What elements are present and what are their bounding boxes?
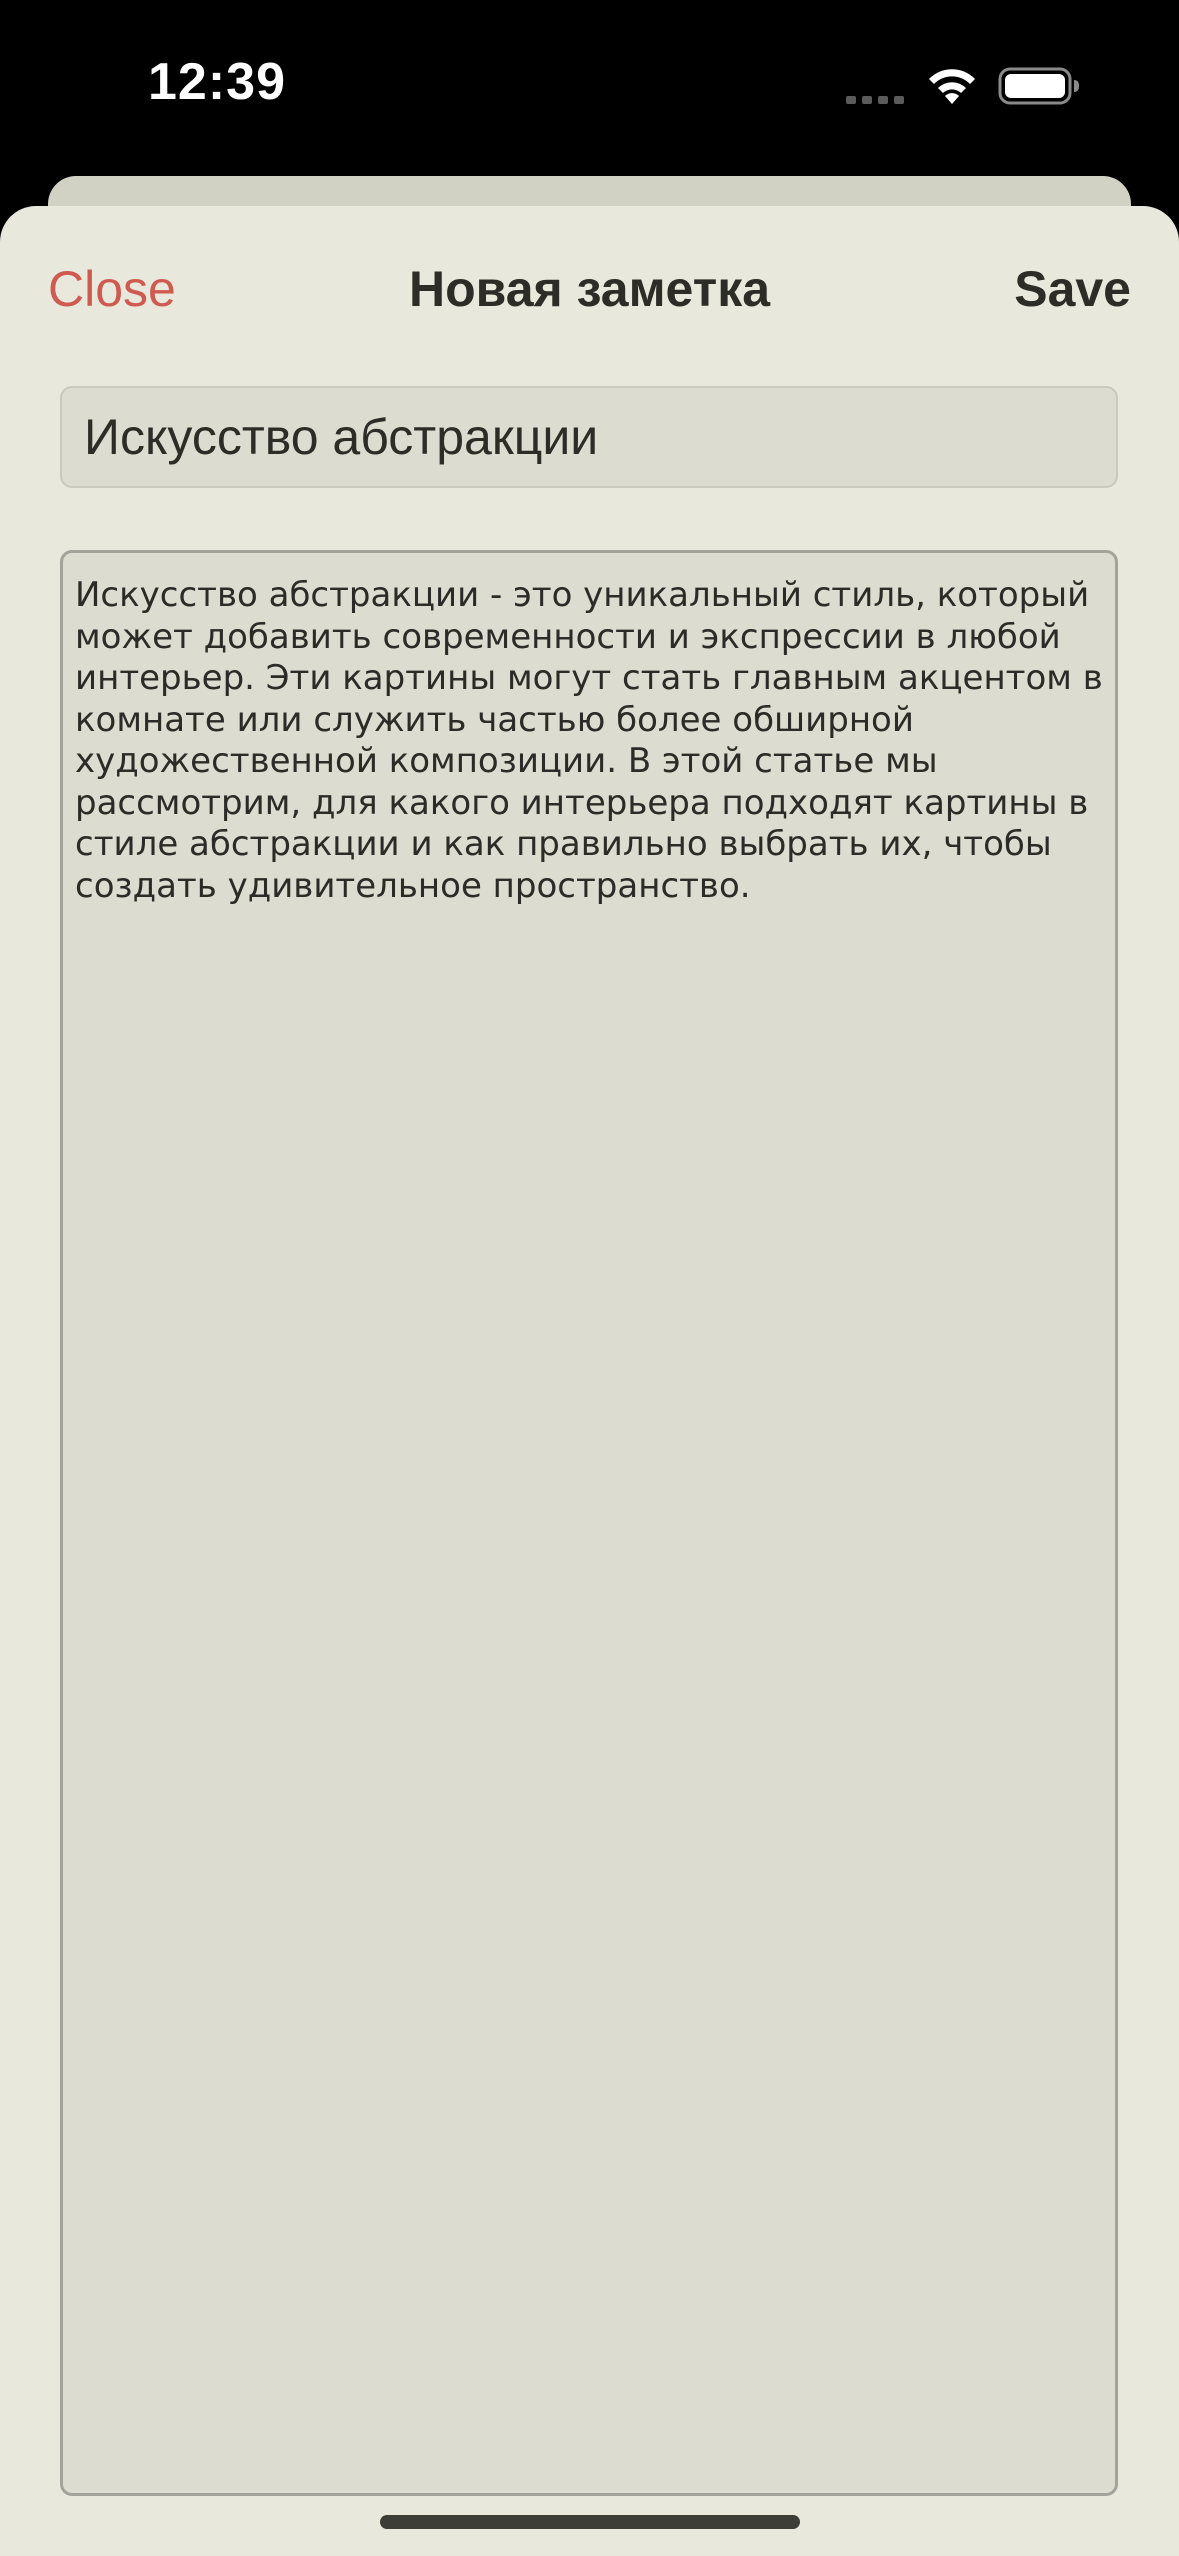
- page-title: Новая заметка: [408, 261, 771, 317]
- note-title-input[interactable]: [60, 386, 1118, 488]
- navigation-bar: Close Новая заметка Save: [0, 206, 1179, 376]
- save-button[interactable]: Save: [1014, 260, 1131, 318]
- note-body-textarea[interactable]: Искусство абстракции - это уникальный ст…: [60, 550, 1118, 2496]
- status-time: 12:39: [148, 53, 286, 111]
- status-bar: 12:39: [0, 0, 1179, 175]
- new-note-sheet: Close Новая заметка Save Искусство абстр…: [0, 206, 1179, 2556]
- wifi-icon: [929, 69, 975, 104]
- home-indicator[interactable]: [380, 2515, 800, 2529]
- battery-icon: [998, 67, 1079, 105]
- screen: 12:39 Close Новая заметка Save Искусство…: [0, 0, 1179, 2556]
- signal-dots-icon: [846, 96, 904, 104]
